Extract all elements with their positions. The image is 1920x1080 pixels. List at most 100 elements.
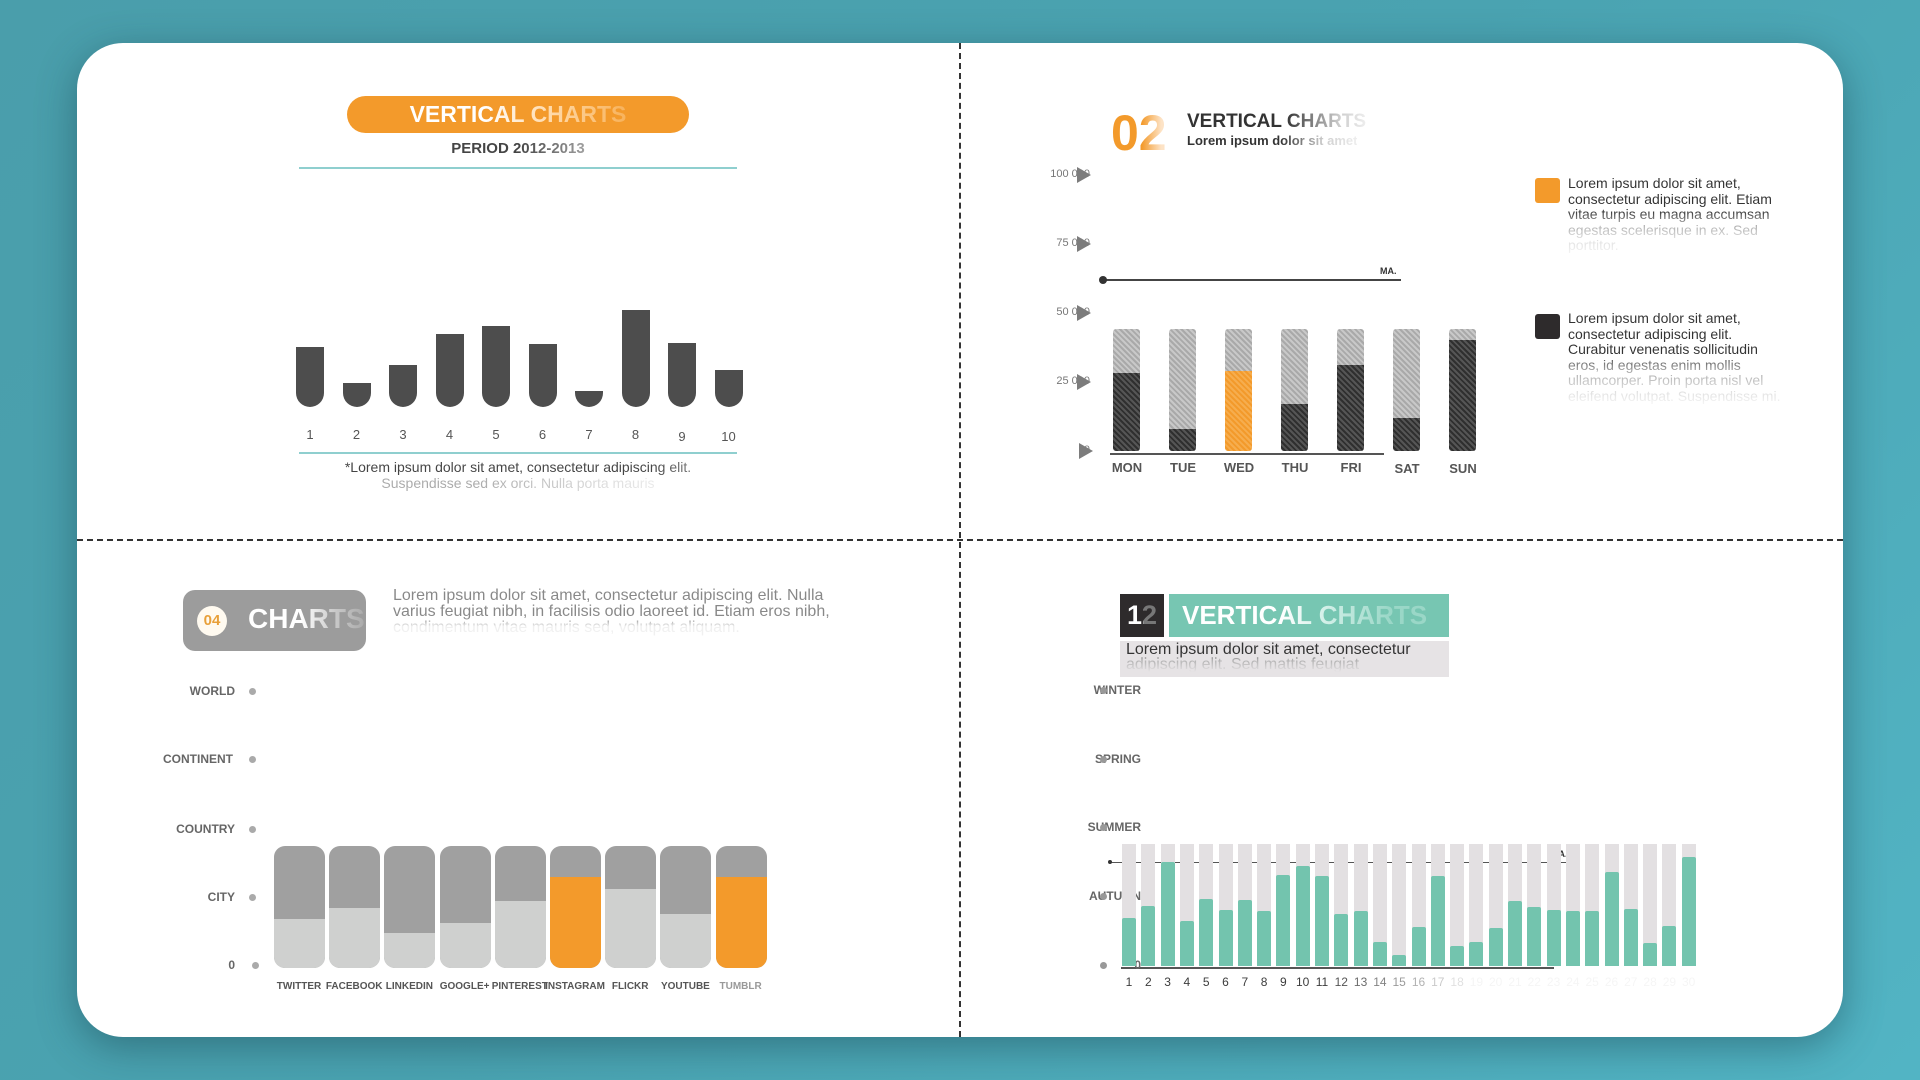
panel4-bar-fill <box>1681 857 1696 966</box>
panel3-bar <box>439 846 491 968</box>
panel1-x-tick: 2 <box>352 427 361 442</box>
panel4-bar <box>1372 844 1387 966</box>
panel2-arrow-icon <box>1077 167 1091 183</box>
panel3-y-dot <box>249 894 256 901</box>
panel4-bar-fill <box>1662 925 1677 966</box>
panel4-y-dot <box>1100 756 1107 763</box>
panel4-bar <box>1411 844 1426 966</box>
panel3-x-label: TUMBLR <box>719 981 762 992</box>
panel4-x-label: 3 <box>1164 975 1171 989</box>
panel2-bar-fill <box>1113 373 1140 451</box>
panel2-x-label: MON <box>1111 460 1143 475</box>
panel2-x-label: FRI <box>1340 460 1362 475</box>
panel2-bar <box>1337 329 1364 451</box>
panel3-bar-fill <box>384 932 436 968</box>
panel4-bar-fill <box>1411 926 1426 966</box>
panel2-bar-fill <box>1449 340 1476 451</box>
panel3-bar-fill <box>494 900 546 968</box>
panel4-y-dot <box>1100 893 1107 900</box>
panel1-bar <box>389 365 417 407</box>
panel4-bar-fill <box>1604 872 1619 966</box>
panel4-x-label: 10 <box>1296 975 1310 989</box>
panel4-bar-fill <box>1218 909 1233 966</box>
panel2-ma-dot <box>1099 276 1107 284</box>
panel3-y-dot <box>252 962 259 969</box>
panel2-arrow-icon <box>1079 443 1093 459</box>
panel3-bar <box>715 846 767 968</box>
panel4-bar <box>1179 844 1194 966</box>
panel1-title: VERTICAL CHARTS <box>347 96 689 133</box>
panel4-bar-fill <box>1546 909 1561 966</box>
panel2-axis-line <box>1110 453 1384 455</box>
panel3-bar-fill <box>329 908 381 968</box>
panel3-bar <box>274 846 325 968</box>
panel1-footnote-line1: *Lorem ipsum dolor sit amet, consectetur… <box>299 459 737 475</box>
panel4-x-label: 15 <box>1392 975 1406 989</box>
panel4-bar <box>1199 844 1214 966</box>
panel3-bar <box>494 846 546 968</box>
panel3-x-label: LINKEDIN <box>385 981 433 992</box>
panel4-axis-line <box>1121 967 1554 969</box>
panel2-bar <box>1169 329 1196 451</box>
panel2-bar <box>1113 329 1140 451</box>
panel4-bar <box>1565 844 1580 966</box>
panel1-bar <box>342 382 371 407</box>
panel3-bar-fill <box>274 919 325 968</box>
panel4-bar-fill <box>1141 906 1156 966</box>
panel4-bar <box>1643 844 1658 966</box>
panel4-bar <box>1585 844 1600 966</box>
panel1-footnote-line2: Suspendisse sed ex orci. Nulla porta mau… <box>299 475 737 491</box>
panel1-x-tick: 6 <box>538 427 547 442</box>
panel4-x-label: 17 <box>1431 975 1445 989</box>
panel3-bar <box>660 846 712 968</box>
panel2-x-label: WED <box>1223 460 1255 475</box>
panel3-x-label: FLICKR <box>611 981 649 992</box>
panel2-bar <box>1393 329 1420 451</box>
panel4-x-label: 21 <box>1508 975 1522 989</box>
panel4-bar-fill <box>1527 907 1542 966</box>
panel3-bar-fill <box>660 914 712 968</box>
panel4-bar <box>1122 844 1136 966</box>
panel4-description: Lorem ipsum dolor sit amet, consectetur … <box>1126 642 1446 673</box>
panel4-bar <box>1334 844 1349 966</box>
panel3-y-label: CONTINENT <box>163 752 233 766</box>
panel4-ma-dot <box>1108 860 1112 864</box>
panel4-bar-fill <box>1565 911 1580 966</box>
panel4-bar-fill <box>1315 875 1329 966</box>
panel4-x-label: 7 <box>1241 975 1249 989</box>
panel1-period: PERIOD 2012-2013 <box>299 140 737 157</box>
panel1-x-tick: 8 <box>631 427 640 442</box>
panel2-bar-fill <box>1281 403 1308 451</box>
panel4-bar <box>1681 844 1696 966</box>
panel1-x-tick: 10 <box>721 429 736 444</box>
panel4-bar-fill <box>1122 918 1136 966</box>
panel4-x-label: 20 <box>1489 975 1503 989</box>
panel3-bar <box>605 846 657 968</box>
panel2-bar-fill <box>1225 370 1252 451</box>
panel4-x-label: 28 <box>1643 975 1657 989</box>
panel3-y-label: CITY <box>207 890 235 904</box>
panel4-x-label: 5 <box>1202 975 1210 989</box>
panel3-bar <box>550 846 601 968</box>
panel4-y-dot <box>1100 687 1107 694</box>
panel4-x-label: 29 <box>1662 975 1677 989</box>
panel4-bar <box>1527 844 1542 966</box>
panel4-bar <box>1218 844 1233 966</box>
legend-swatch-dark <box>1535 314 1560 339</box>
panel4-bar <box>1662 844 1677 966</box>
panel1-bar <box>575 391 603 407</box>
panel4-bar <box>1276 844 1291 966</box>
panel3-x-label: FACEBOOK <box>325 981 383 992</box>
panel3-bar <box>329 846 381 968</box>
panel3-number-badge: 04 <box>197 606 227 636</box>
panel2-bar-fill <box>1393 417 1420 451</box>
panel4-bar <box>1508 844 1522 966</box>
panel4-x-label: 25 <box>1585 975 1599 989</box>
panel1-x-tick: 1 <box>306 427 314 442</box>
legend-text-dark: Lorem ipsum dolor sit amet, consectetur … <box>1568 310 1783 404</box>
panel4-bar-fill <box>1199 898 1214 966</box>
panel3-x-label: PINTEREST <box>491 981 548 992</box>
panel2-arrow-icon <box>1077 236 1091 252</box>
panel4-bar <box>1257 844 1272 966</box>
panel4-bar-fill <box>1469 941 1484 966</box>
